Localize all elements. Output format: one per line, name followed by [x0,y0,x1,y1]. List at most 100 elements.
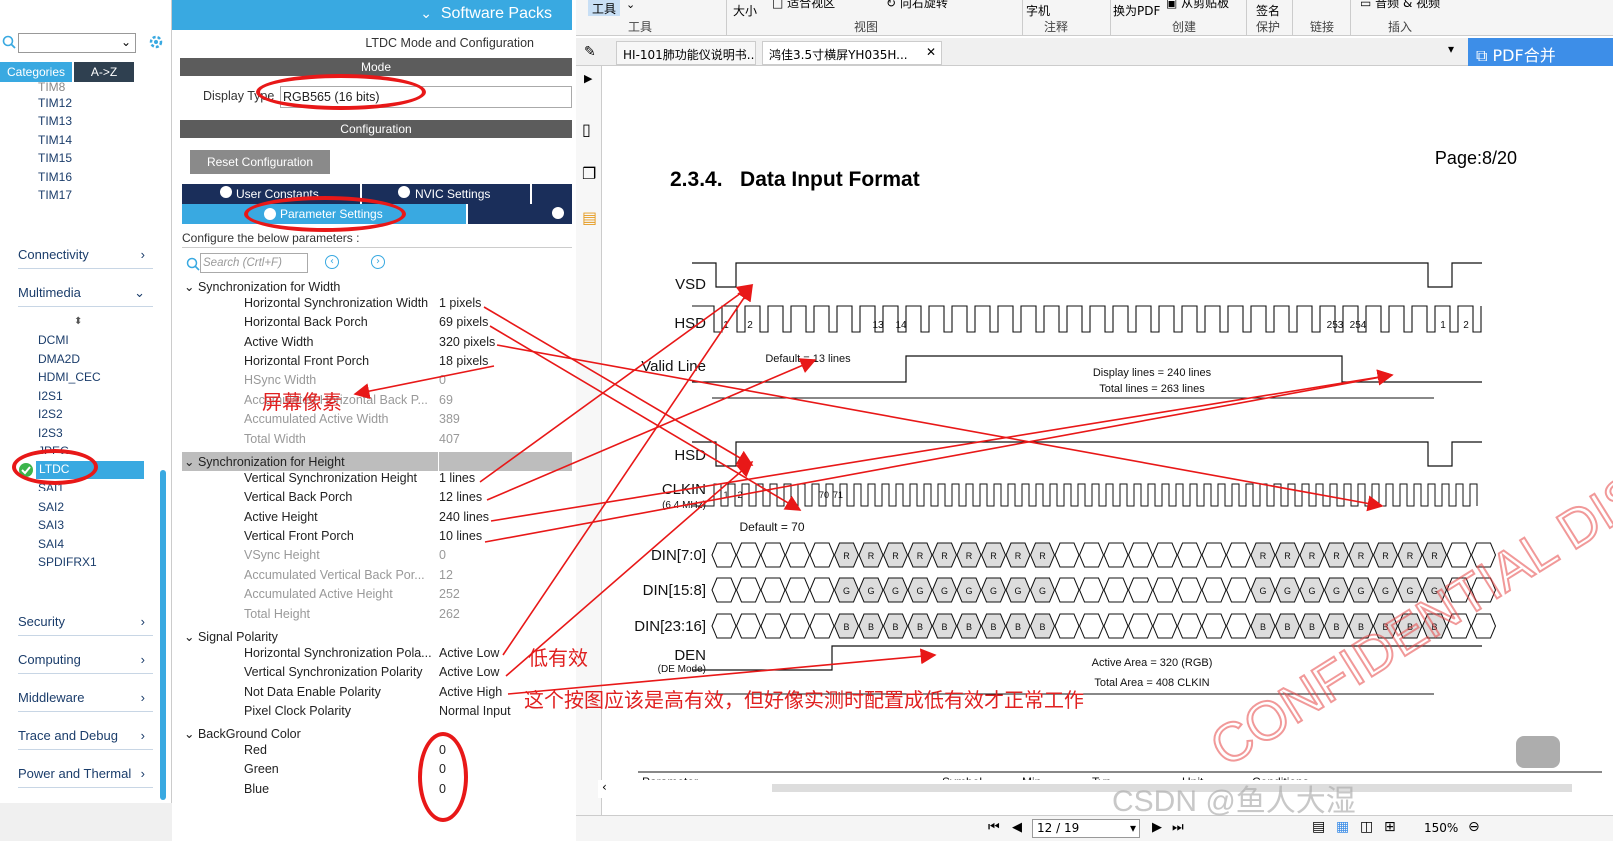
continuous-icon[interactable]: ▦ [1336,819,1349,835]
parameter-search-input[interactable]: Search (Crtl+F) [200,253,308,273]
zoom-out-icon[interactable]: ⊖ [1468,819,1480,835]
list-item[interactable]: DMA2D [38,352,80,366]
sort-icon[interactable]: ⬍ [74,316,82,327]
divider [1110,0,1111,36]
zoom-level[interactable]: 150% [1424,821,1458,835]
group-sync-width[interactable]: ⌄ Synchronization for Width [184,279,340,294]
category-connectivity[interactable]: Connectivity › [18,247,153,269]
din-cell [1225,613,1252,639]
list-item[interactable]: SPDIFRX1 [38,555,97,569]
pdf-tab-2[interactable]: 鸿佳3.5寸横屏YH035H... ✕ [762,41,942,65]
list-item[interactable]: TIM17 [38,188,72,202]
din-cell-label: B [1333,622,1339,632]
clk-pulse-number: 2 [737,490,742,500]
list-item[interactable]: SAI2 [38,500,64,514]
list-item[interactable]: TIM13 [38,114,72,128]
category-middleware[interactable]: Middleware › [18,690,153,712]
category-multimedia[interactable]: Multimedia ⌄ [18,285,153,307]
rotate-button[interactable]: ↻ 向右旋转 [886,0,948,11]
category-computing[interactable]: Computing › [18,652,153,674]
param-value[interactable]: 12 lines [439,490,482,504]
last-page-icon[interactable]: ⏭ [1172,820,1184,835]
list-item[interactable]: I2S2 [38,407,63,421]
param-value[interactable]: 320 pixels [439,335,495,349]
list-item[interactable]: DCMI [38,333,69,347]
param-value[interactable]: 1 pixels [439,296,481,310]
hsd-pulse-number: 13 [872,320,884,331]
list-item[interactable]: I2S1 [38,389,63,403]
size-button[interactable]: 大小 [733,2,757,19]
tab-categories[interactable]: Categories [0,62,72,82]
first-page-icon[interactable]: ⏮ [988,820,1000,835]
divider [1022,0,1023,36]
param-value[interactable]: 240 lines [439,510,489,524]
category-trace-debug[interactable]: Trace and Debug › [18,728,153,750]
din-cell [1152,613,1178,639]
group-signal-polarity[interactable]: ⌄ Signal Polarity [184,629,278,644]
sign-button[interactable]: 签名 [1256,2,1280,19]
category-power-thermal[interactable]: Power and Thermal › [18,766,153,788]
fit-view-button[interactable]: □ 适合视区 [772,0,835,11]
list-item[interactable]: TIM15 [38,151,72,165]
convert-pdf-button[interactable]: 换为PDF [1113,2,1160,19]
audio-video-button[interactable]: ▭ 音频 & 视频 [1360,0,1440,11]
comments-icon[interactable]: ▤ [582,208,597,227]
din-cell-label: R [1407,551,1414,561]
next-page-icon[interactable]: ▶ [1152,820,1162,835]
din-cell [1103,542,1129,568]
tab-a-z[interactable]: A->Z [74,62,134,82]
expand-all-icon[interactable]: › [371,255,385,269]
chat-bubble-icon[interactable] [1516,736,1560,768]
search-icon[interactable] [2,34,16,49]
chevron-down-icon[interactable]: ⌄ [121,35,131,49]
grid-view-icon[interactable]: ⊞ [1384,819,1396,835]
group-sync-height[interactable]: ⌄ Synchronization for Height [184,454,345,469]
scroll-left-icon[interactable]: ‹ [602,780,607,794]
param-value[interactable]: Active High [439,685,502,699]
expand-icon[interactable]: ▶ [584,72,592,85]
tab-overflow[interactable] [532,184,572,204]
list-item[interactable]: I2S3 [38,426,63,440]
list-item[interactable]: SAI4 [38,537,64,551]
single-page-icon[interactable]: ▤ [1312,819,1325,835]
sidebar-scrollbar[interactable] [160,470,166,800]
reset-configuration-button[interactable]: Reset Configuration [190,150,330,174]
pdf-tab-1[interactable]: HI-101肺功能仪说明书... [616,41,756,65]
chevron-down-icon[interactable]: ▾ [1130,821,1136,835]
chevron-down-icon[interactable]: ▾ [1448,42,1454,56]
list-item[interactable]: HDMI_CEC [38,370,101,384]
param-value[interactable]: 18 pixels [439,354,488,368]
typewriter-button[interactable]: 字机 [1026,2,1050,19]
list-item[interactable]: SAI3 [38,518,64,532]
list-item[interactable]: TIM16 [38,170,72,184]
close-icon[interactable]: ✕ [926,45,936,59]
from-clipboard-button[interactable]: ▣ 从剪贴板 [1166,0,1229,11]
chevron-down-icon[interactable]: ⌄ [626,0,635,11]
group-background-color[interactable]: ⌄ BackGround Color [184,726,301,741]
collapse-all-icon[interactable]: ‹ [325,255,339,269]
category-security[interactable]: Security › [18,614,153,636]
gear-icon[interactable] [148,34,164,50]
prev-page-icon[interactable]: ◀ [1012,820,1022,835]
pdf-statusbar: ⏮ ◀ 12 / 19 ▾ ▶ ⏭ ▤ ▦ ◫ ⊞ 150% ⊖ [576,815,1613,841]
list-item[interactable]: TIM14 [38,133,72,147]
param-value[interactable]: 1 lines [439,471,475,485]
param-value[interactable]: 69 pixels [439,315,488,329]
tab-nvic-settings[interactable]: NVIC Settings [362,184,530,204]
page-nav-input[interactable]: 12 / 19 ▾ [1032,819,1140,838]
param-value[interactable]: Active Low [439,646,499,660]
page-thumbnail-icon[interactable]: ▯ [582,120,591,139]
param-value[interactable]: 10 lines [439,529,482,543]
pdf-hscroll[interactable]: ‹ [598,780,1613,798]
copy-pages-icon[interactable]: ❐ [582,164,596,183]
divider [1350,0,1351,36]
pdf-merge-button[interactable]: ⧉ PDF合并 [1468,38,1613,66]
list-item[interactable]: TIM12 [38,96,72,110]
param-value[interactable]: Normal Input [439,704,511,718]
two-page-icon[interactable]: ◫ [1360,819,1373,835]
category-search-input[interactable]: ⌄ [18,33,136,53]
param-value[interactable]: Active Low [439,665,499,679]
list-item[interactable]: TIM8 [38,80,65,94]
tab-overflow[interactable] [468,204,572,224]
tools-tab[interactable]: 工具 [588,0,620,16]
